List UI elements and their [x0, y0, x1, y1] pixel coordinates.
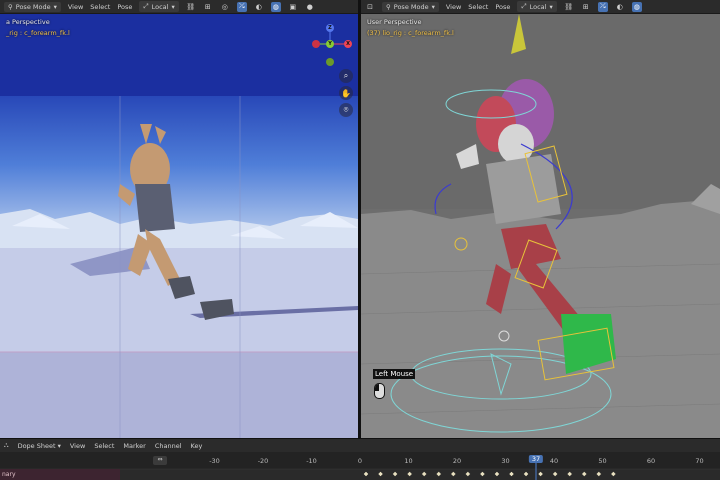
passepartout-bottom [0, 352, 358, 438]
right-mode-selector[interactable]: ⚲ Pose Mode ▾ [382, 1, 439, 12]
frame-ruler-label: 40 [549, 457, 559, 465]
summary-channel[interactable]: nary [0, 469, 120, 480]
overlay-icon[interactable]: ◍ [631, 1, 642, 12]
navigation-gizmo[interactable]: Z X Y [308, 20, 358, 70]
editor-type-icon[interactable]: ⊡ [365, 2, 375, 12]
frame-ruler-label: 30 [501, 457, 510, 465]
left-viewport-header: ⚲ Pose Mode ▾ View Select Pose ⤢ Local ▾… [0, 0, 358, 14]
right-viewport-header: ⊡ ⚲ Pose Mode ▾ View Select Pose ⤢ Local… [361, 0, 720, 14]
viewport-shading-icon[interactable]: ◐ [615, 2, 625, 12]
gizmo-neg-y-icon[interactable] [326, 58, 334, 66]
snap-icon[interactable]: ⊞ [203, 2, 213, 12]
frame-ruler-label: -30 [209, 457, 220, 465]
frame-ruler-label: 70 [695, 457, 704, 465]
frame-ruler-label: 20 [452, 457, 462, 465]
dope-menu-view[interactable]: View [70, 442, 85, 450]
right-menu-view[interactable]: View [446, 3, 461, 11]
link-icon[interactable]: ⛓ [186, 2, 196, 12]
right-mode-label: Pose Mode [393, 2, 429, 11]
chevron-down-icon: ▾ [171, 2, 175, 11]
frame-ruler-label: 0 [357, 457, 363, 465]
right-orientation-label: Local [529, 2, 547, 11]
frame-ruler-label: 10 [404, 457, 413, 465]
gizmo-y-icon[interactable]: Y [326, 40, 334, 48]
dope-sheet-mode-label: Dope Sheet [17, 441, 56, 450]
camera-scene [0, 14, 358, 438]
left-mouse-icon [374, 383, 385, 399]
chevron-down-icon: ▾ [431, 2, 435, 11]
active-object-label: _rig : c_forearm_fk.l [6, 29, 70, 37]
ground-plane [0, 248, 358, 352]
dope-sheet-header: ⛬ Dope Sheet ▾ View Select Marker Channe… [0, 438, 720, 452]
camera-viewport[interactable]: a Perspective _rig : c_forearm_fk.l Z X … [0, 14, 358, 438]
chevron-down-icon: ▾ [53, 2, 57, 11]
dope-menu-marker[interactable]: Marker [123, 442, 145, 450]
chevron-down-icon: ▾ [57, 441, 61, 450]
dope-menu-channel[interactable]: Channel [155, 442, 182, 450]
auto-ik-icon[interactable]: ⤯ [597, 1, 608, 12]
left-mode-selector[interactable]: ⚲ Pose Mode ▾ [4, 1, 61, 12]
active-object-label: (37) lio_rig : c_forearm_fk.l [367, 29, 454, 37]
link-icon[interactable]: ⛓ [564, 2, 574, 12]
left-menu-select[interactable]: Select [90, 3, 110, 11]
dope-menu-select[interactable]: Select [94, 442, 114, 450]
dope-menu-key[interactable]: Key [191, 442, 203, 450]
swap-icon[interactable]: ⇔ [153, 456, 167, 465]
left-orientation-label: Local [151, 2, 169, 11]
pose-mode-icon: ⚲ [386, 2, 391, 11]
dope-sheet-mode-selector[interactable]: Dope Sheet ▾ [18, 442, 61, 450]
left-transform-orientation[interactable]: ⤢ Local ▾ [139, 1, 179, 12]
dope-sheet-editor-icon[interactable]: ⛬ [4, 441, 9, 450]
screencast-key-label: Left Mouse [373, 369, 416, 379]
pose-mode-icon: ⚲ [8, 2, 13, 11]
right-menu-pose[interactable]: Pose [495, 3, 510, 11]
overlay-icon[interactable]: ◍ [270, 1, 281, 12]
left-menu-view[interactable]: View [68, 3, 83, 11]
proportional-icon[interactable]: ◎ [220, 2, 230, 12]
orientation-icon: ⤢ [143, 2, 149, 10]
snap-icon[interactable]: ⊞ [581, 2, 591, 12]
gizmo-x-icon[interactable]: X [344, 40, 352, 48]
auto-ik-icon[interactable]: ⤯ [236, 1, 247, 12]
viewport-title: a Perspective [6, 18, 50, 26]
xray-icon[interactable]: ▣ [288, 2, 298, 12]
viewport-title: User Perspective [367, 18, 422, 26]
viewport-shading-icon[interactable]: ◐ [254, 2, 264, 12]
gizmo-z-icon[interactable]: Z [326, 24, 334, 32]
camera-view-icon[interactable]: ⌾ [339, 103, 353, 117]
current-frame-indicator[interactable]: 37 [528, 455, 544, 463]
pan-hand-icon[interactable]: ✋ [339, 86, 353, 100]
left-menu-pose[interactable]: Pose [117, 3, 132, 11]
frame-ruler-label: 60 [646, 457, 656, 465]
gizmo-neg-x-icon[interactable] [312, 40, 320, 48]
chevron-down-icon: ▾ [549, 2, 553, 11]
frame-ruler-label: -20 [257, 457, 269, 465]
passepartout-top [0, 14, 358, 96]
blender-window: ⚲ Pose Mode ▾ View Select Pose ⤢ Local ▾… [0, 0, 720, 480]
right-transform-orientation[interactable]: ⤢ Local ▾ [517, 1, 557, 12]
zoom-icon[interactable]: ⌕ [339, 69, 353, 83]
left-mode-label: Pose Mode [15, 2, 51, 11]
frame-ruler-label: 50 [598, 457, 607, 465]
orientation-icon: ⤢ [521, 2, 527, 10]
frame-ruler-label: -10 [306, 457, 317, 465]
right-menu-select[interactable]: Select [468, 3, 488, 11]
solid-shading-icon[interactable]: ● [305, 2, 315, 12]
